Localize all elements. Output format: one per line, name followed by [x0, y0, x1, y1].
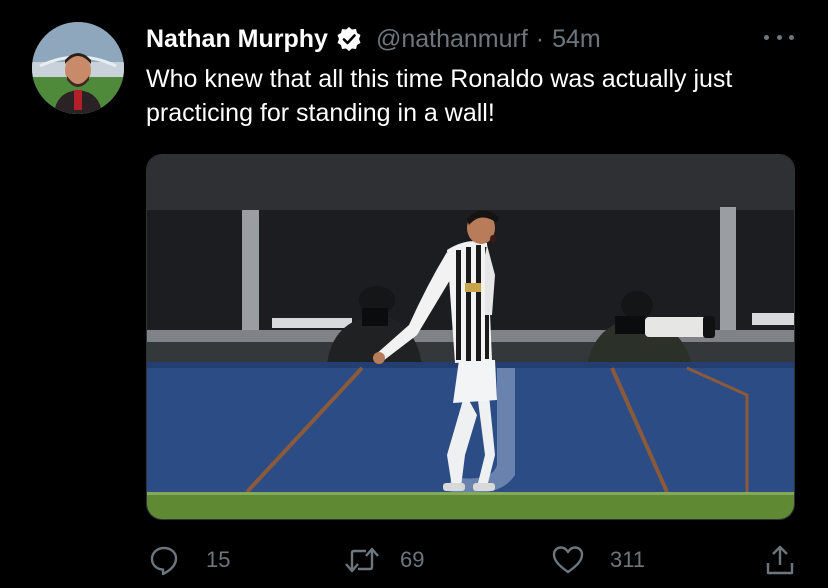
share-button[interactable]: [764, 540, 796, 580]
retweet-icon: [344, 544, 380, 576]
share-icon: [764, 543, 796, 577]
author-avatar[interactable]: [32, 22, 124, 114]
retweet-button[interactable]: 69: [344, 540, 424, 580]
media-photo: [147, 155, 794, 519]
reply-icon: [148, 544, 180, 576]
retweet-count: 69: [400, 547, 425, 572]
reply-button[interactable]: 15: [148, 540, 230, 580]
avatar-photo: [32, 22, 124, 114]
tweet-media-image[interactable]: [146, 154, 795, 520]
tweet-timestamp[interactable]: 54m: [552, 25, 601, 54]
more-dot: [789, 34, 794, 40]
author-name[interactable]: Nathan Murphy: [146, 25, 328, 54]
tweet-text: Who knew that all this time Ronaldo was …: [146, 65, 733, 127]
heart-icon: [552, 544, 584, 576]
tweet-header: Nathan Murphy @nathanmurf · 54m: [146, 24, 601, 54]
header-separator: ·: [535, 24, 545, 53]
more-dot: [764, 34, 769, 40]
like-button[interactable]: 311: [552, 540, 645, 580]
more-options-icon[interactable]: [764, 30, 794, 44]
reply-count: 15: [206, 547, 231, 572]
like-count: 311: [610, 547, 646, 572]
tweet-actions-bar: 15 69 311: [146, 540, 806, 580]
verified-badge-icon: [336, 26, 362, 52]
more-dot: [776, 34, 782, 40]
author-handle[interactable]: @nathanmurf: [376, 25, 528, 54]
